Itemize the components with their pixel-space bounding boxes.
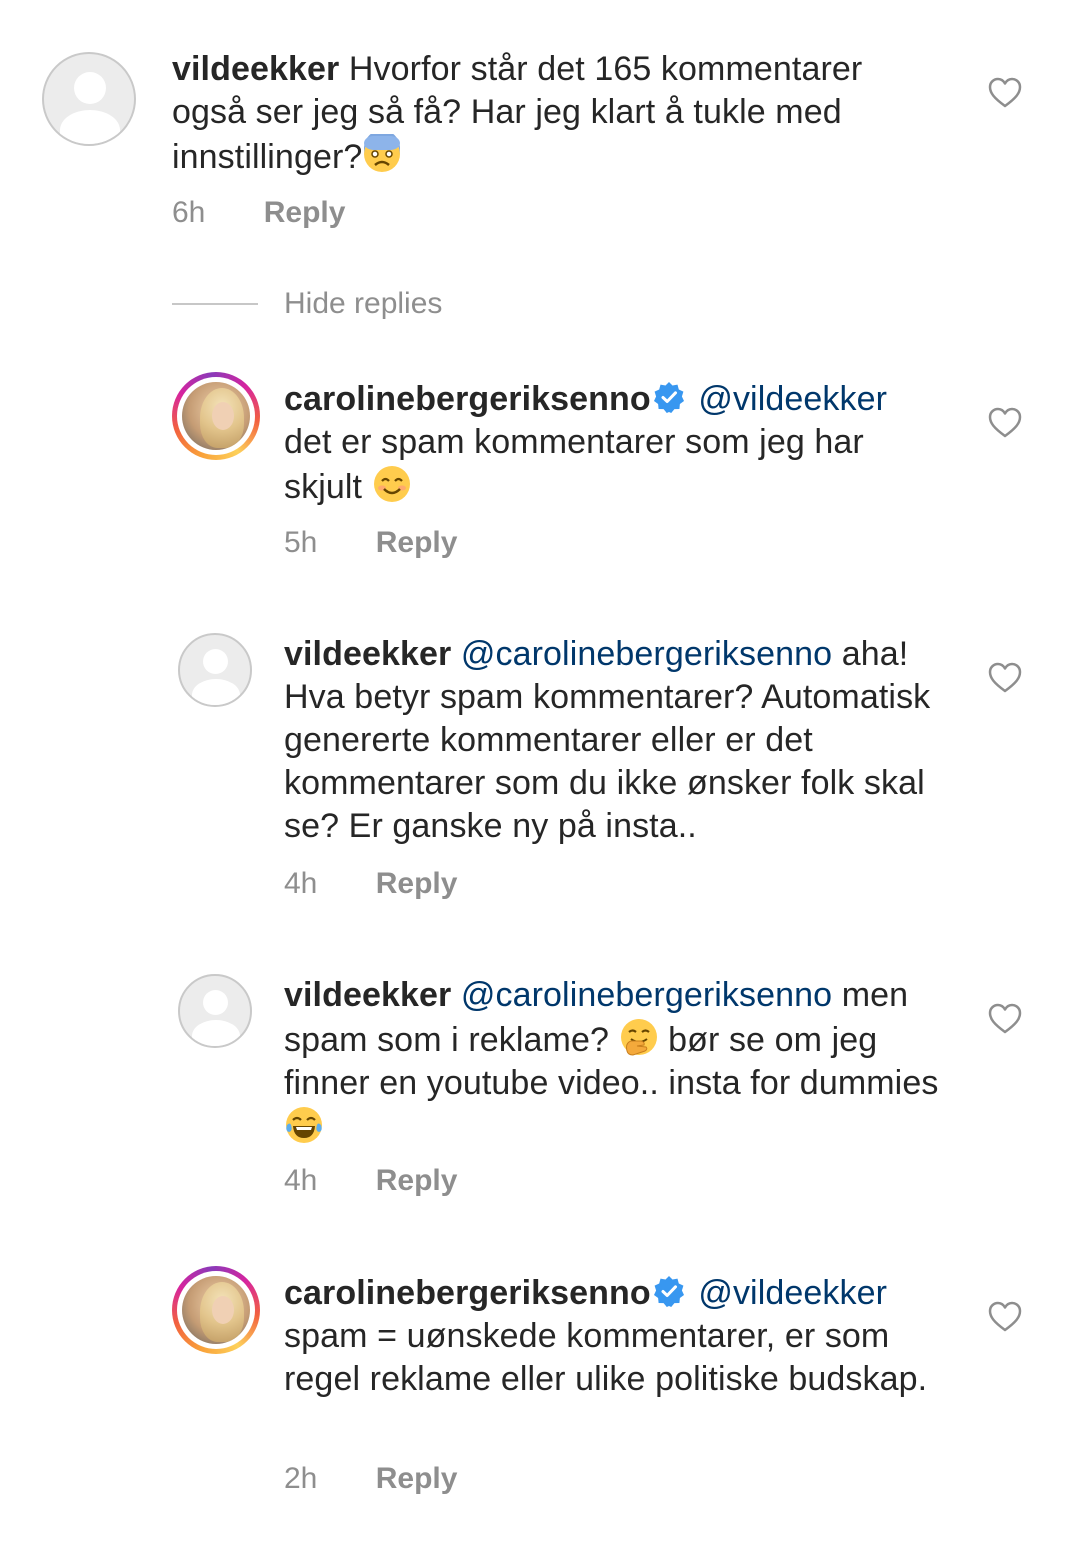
face-with-tears-of-joy-emoji <box>286 1107 322 1143</box>
hide-replies-label: Hide replies <box>284 287 443 320</box>
heart-outline-icon[interactable] <box>988 1003 1022 1035</box>
comment-meta: 4h Reply <box>284 867 457 901</box>
reply-button[interactable]: Reply <box>264 196 346 229</box>
heart-outline-icon[interactable] <box>988 662 1022 694</box>
comment-username[interactable]: vildeekker <box>172 50 339 88</box>
mention-link[interactable]: @carolinebergeriksenno <box>461 635 832 673</box>
mention-link[interactable]: @vildeekker <box>698 380 887 418</box>
comment-time: 6h <box>172 196 206 229</box>
comment-time: 2h <box>284 1462 318 1495</box>
mention-link[interactable]: @carolinebergeriksenno <box>461 976 832 1014</box>
comment: vildeekker Hvorfor står det 165 kommenta… <box>0 0 1080 260</box>
comment-body: spam = uønskede kommentarer, er som rege… <box>284 1317 928 1398</box>
reply-button[interactable]: Reply <box>376 1462 458 1495</box>
heart-outline-icon[interactable] <box>988 77 1022 109</box>
reply-comment: carolinebergeriksenno @vildeekker spam =… <box>0 1254 1080 1524</box>
comment-username[interactable]: carolinebergeriksenno <box>284 1274 651 1312</box>
comment-meta: 6h Reply <box>172 196 345 230</box>
verified-badge-icon <box>653 382 684 413</box>
avatar[interactable] <box>172 372 260 460</box>
comment-meta: 4h Reply <box>284 1164 457 1198</box>
comment-time: 4h <box>284 1164 318 1197</box>
reply-button[interactable]: Reply <box>376 526 458 559</box>
reply-comment: vildeekker @carolinebergeriksenno aha! H… <box>0 615 1080 925</box>
avatar[interactable] <box>42 52 136 146</box>
heart-outline-icon[interactable] <box>988 407 1022 439</box>
comment-username[interactable]: vildeekker <box>284 635 451 673</box>
heart-outline-icon[interactable] <box>988 1301 1022 1333</box>
avatar[interactable] <box>178 974 252 1048</box>
comment-text: carolinebergeriksenno @vildeekker det er… <box>284 378 934 509</box>
comment-meta: 2h Reply <box>284 1462 457 1496</box>
comment-text: vildeekker @carolinebergeriksenno men sp… <box>284 974 964 1150</box>
comment-text: vildeekker Hvorfor står det 165 kommenta… <box>172 48 932 179</box>
verified-badge-icon <box>653 1276 684 1307</box>
reply-button[interactable]: Reply <box>376 1164 458 1197</box>
comment-time: 5h <box>284 526 318 559</box>
comment-time: 4h <box>284 867 318 900</box>
divider-line <box>172 303 258 305</box>
avatar[interactable] <box>172 1266 260 1354</box>
hide-replies-button[interactable]: Hide replies <box>172 282 442 326</box>
reply-comment: vildeekker @carolinebergeriksenno men sp… <box>0 956 1080 1216</box>
reply-button[interactable]: Reply <box>376 867 458 900</box>
comment-username[interactable]: vildeekker <box>284 976 451 1014</box>
comment-meta: 5h Reply <box>284 526 457 560</box>
comment-username[interactable]: carolinebergeriksenno <box>284 380 651 418</box>
comment-text: vildeekker @carolinebergeriksenno aha! H… <box>284 633 964 848</box>
smiling-face-emoji <box>373 466 410 502</box>
mention-link[interactable]: @vildeekker <box>698 1274 887 1312</box>
comment-text: carolinebergeriksenno @vildeekker spam =… <box>284 1272 944 1401</box>
reply-comment: carolinebergeriksenno @vildeekker det er… <box>0 360 1080 580</box>
avatar[interactable] <box>178 633 252 707</box>
fearful-face-emoji <box>364 134 401 172</box>
face-with-hand-over-mouth-emoji <box>620 1019 657 1056</box>
